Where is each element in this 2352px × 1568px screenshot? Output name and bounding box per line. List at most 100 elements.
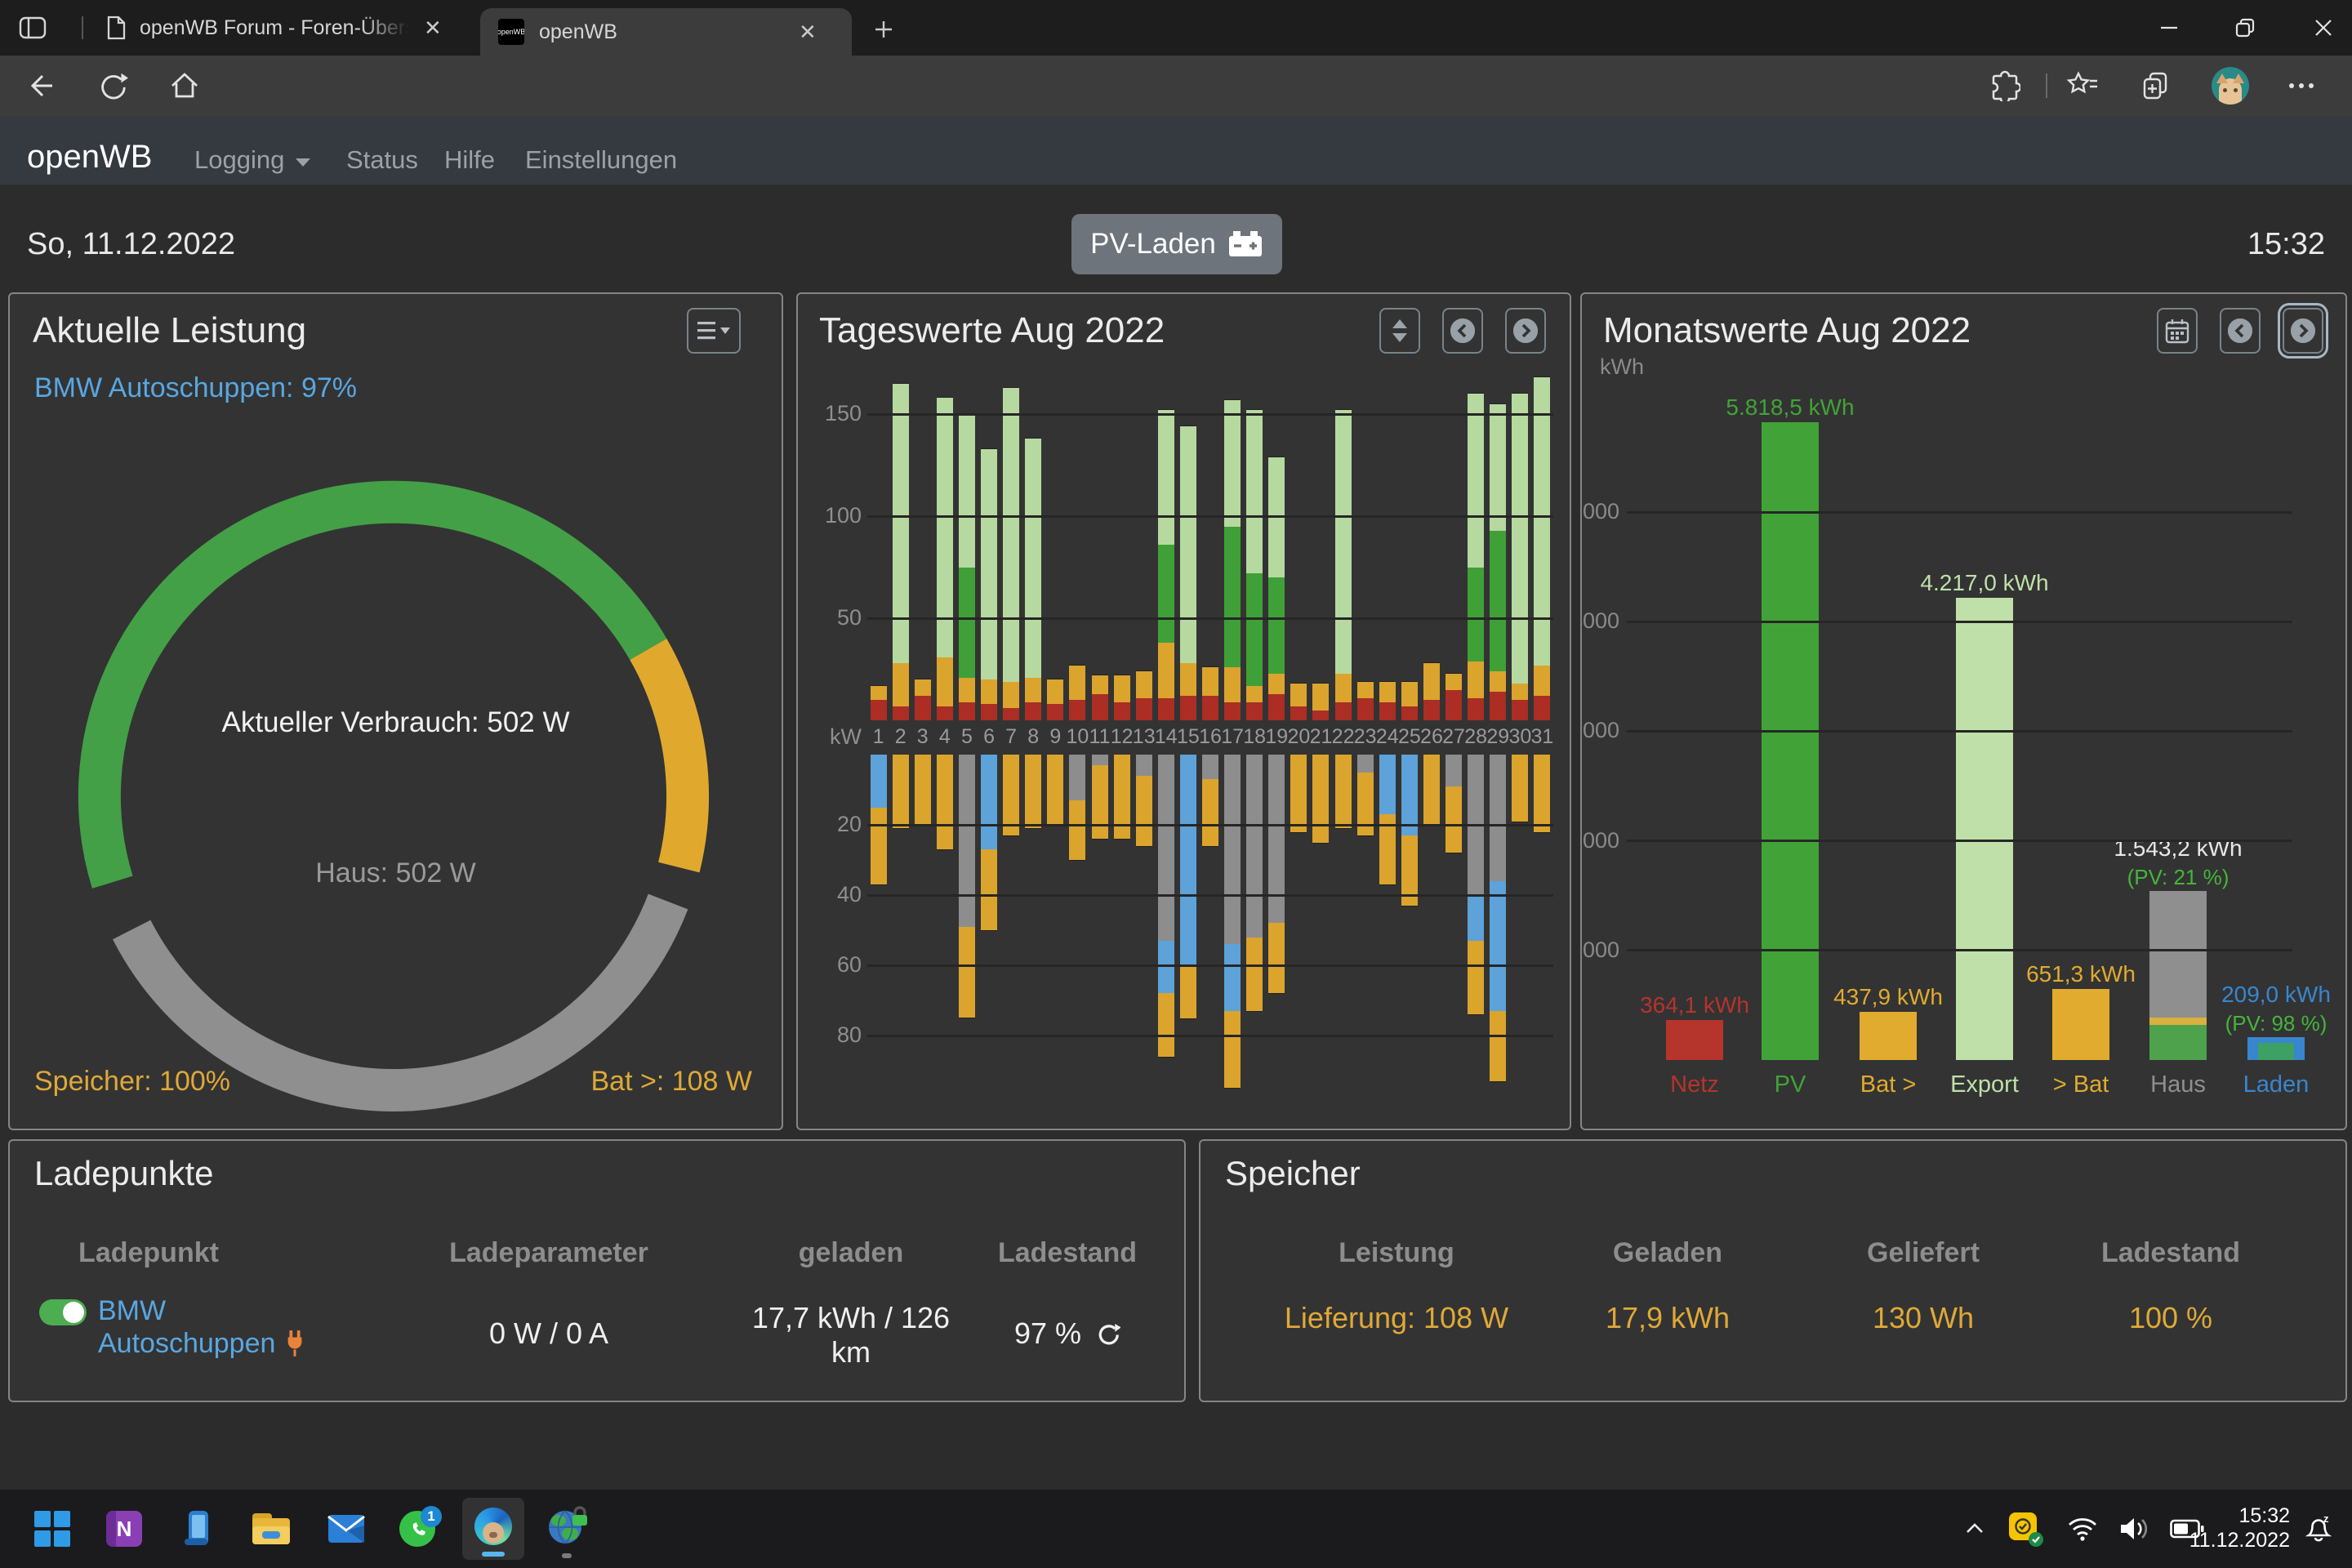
gridline — [867, 824, 1553, 826]
file-explorer-icon[interactable] — [252, 1509, 291, 1548]
new-tab-icon[interactable] — [867, 15, 900, 44]
daily-bar-segment — [1092, 675, 1108, 694]
wifi-icon[interactable] — [2065, 1509, 2100, 1548]
daily-bar-segment — [1468, 941, 1484, 1014]
gridline — [867, 413, 1553, 416]
chargepoint-toggle[interactable] — [39, 1299, 87, 1325]
close-tab-icon[interactable]: ✕ — [799, 20, 817, 45]
daily-bar-segment — [1114, 702, 1130, 721]
mail-icon[interactable] — [327, 1509, 366, 1548]
y-tick-label: 1000 — [1580, 938, 1644, 963]
panel-tageswerte: Tageswerte Aug 2022 12345678910111213141… — [796, 292, 1571, 1130]
monthly-bar — [1956, 598, 2013, 1060]
back-icon[interactable] — [23, 69, 59, 102]
active-indicator — [482, 1552, 505, 1557]
gridline — [1627, 511, 2292, 514]
daily-bar-segment — [1446, 690, 1462, 721]
restore-button[interactable] — [2219, 0, 2271, 56]
daily-bar-segment — [1423, 755, 1440, 825]
tab-openwb-active[interactable]: openWB openWB ✕ — [480, 8, 852, 56]
daily-bar-segment — [981, 704, 997, 720]
daily-bar-segment — [981, 849, 997, 930]
monthly-bar — [2052, 989, 2109, 1060]
nav-logging[interactable]: Logging — [194, 145, 284, 175]
daily-bar-segment — [1490, 1011, 1506, 1081]
tab-actions-icon[interactable] — [15, 13, 51, 42]
daily-chart: 1234567891011121314151617181920212223242… — [798, 294, 1570, 1129]
reload-icon[interactable] — [95, 69, 131, 102]
daily-bar-segment — [1490, 755, 1506, 881]
daily-bar-segment — [937, 755, 953, 849]
daily-bar-segment — [1268, 577, 1285, 674]
storage-charged-value: 17,9 kWh — [1521, 1301, 1815, 1335]
collections-icon[interactable] — [2138, 69, 2174, 102]
tray-overflow-chevron[interactable] — [1958, 1509, 1991, 1548]
date-label: So, 11.12.2022 — [27, 227, 235, 262]
security-tray-icon[interactable] — [2006, 1509, 2045, 1548]
divider — [2046, 74, 2047, 98]
extensions-icon[interactable] — [1987, 69, 2023, 102]
daily-bar-segment — [1335, 702, 1352, 721]
soc-value: 97 % — [945, 1316, 1186, 1351]
daily-bar-segment — [893, 663, 909, 706]
x-tick-label: 31 — [1530, 725, 1555, 749]
bar-pv-share-label: (PV: 21 %) — [2072, 865, 2284, 890]
daily-bar-segment — [1136, 755, 1152, 776]
gridline — [867, 617, 1553, 620]
close-tab-icon[interactable]: ✕ — [424, 16, 442, 41]
refresh-soc-icon[interactable] — [1096, 1321, 1120, 1346]
tray-clock[interactable]: 15:32 11.12.2022 — [2189, 1503, 2290, 1552]
volume-icon[interactable] — [2115, 1509, 2154, 1548]
notification-bell-icon[interactable]: z — [2300, 1509, 2337, 1548]
daily-bar-segment — [1069, 666, 1085, 701]
gridline — [867, 1035, 1553, 1037]
pv-share-overlay — [2258, 1043, 2294, 1060]
daily-bar-segment — [1224, 527, 1241, 668]
tab-openwb-forum[interactable]: openWB Forum - Foren-Übersich ✕ — [94, 0, 470, 56]
bar-pv-share-label: (PV: 98 %) — [2170, 1011, 2347, 1036]
charge-mode-button[interactable]: PV-Laden — [1071, 214, 1282, 274]
y-tick-label: 80 — [804, 1022, 862, 1048]
close-window-button[interactable] — [2295, 0, 2352, 56]
charge-parameters-value: 0 W / 0 A — [426, 1316, 671, 1351]
gridline — [1627, 840, 2292, 842]
nav-status[interactable]: Status — [346, 145, 418, 175]
chevron-down-icon[interactable] — [296, 158, 310, 167]
home-icon[interactable] — [167, 69, 203, 102]
whatsapp-icon[interactable]: 1 — [399, 1509, 439, 1548]
daily-bar-segment — [1490, 881, 1506, 1011]
nav-einstellungen[interactable]: Einstellungen — [525, 145, 677, 175]
minimize-button[interactable] — [2143, 0, 2195, 56]
edge-active-slot[interactable] — [462, 1498, 524, 1560]
col-header-geladen: geladen — [728, 1237, 973, 1269]
daily-bar-segment — [1069, 755, 1085, 800]
daily-bar-segment — [959, 678, 975, 702]
openwb-page: openWB Logging Status Hilfe Einstellunge… — [0, 116, 2352, 1490]
daily-bar-segment — [1246, 410, 1263, 573]
daily-bar-segment — [1025, 439, 1041, 678]
car-battery-icon — [1227, 230, 1263, 258]
daily-bar-segment — [1246, 702, 1263, 721]
daily-bar-segment — [1534, 666, 1550, 697]
chargepoint-name-link[interactable]: BMW Autoschuppen — [98, 1294, 310, 1360]
favorites-icon[interactable] — [2065, 69, 2100, 102]
y-tick-label: 3000 — [1580, 718, 1644, 743]
y-tick-label: 2000 — [1580, 828, 1644, 853]
web-shortcut-icon[interactable] — [547, 1509, 586, 1548]
gridline — [1627, 730, 2292, 733]
brand: openWB — [27, 139, 152, 176]
onenote-icon[interactable]: N — [105, 1509, 144, 1548]
profile-avatar[interactable] — [2212, 67, 2249, 105]
daily-bar-segment — [1047, 704, 1063, 720]
daily-bar-segment — [1202, 696, 1218, 720]
settings-menu-icon[interactable] — [2283, 69, 2319, 102]
browser-toolbar: Nicht sicher 192.168.178.79/openWB/web/i… — [0, 56, 2352, 116]
daily-bar-segment — [1468, 698, 1484, 721]
daily-bar-segment — [1468, 568, 1484, 662]
phone-link-icon[interactable] — [178, 1509, 217, 1548]
daily-bar-segment — [1224, 667, 1241, 702]
daily-bar-segment — [959, 755, 975, 927]
daily-bar-segment — [1158, 545, 1174, 643]
start-button[interactable] — [33, 1509, 72, 1548]
nav-hilfe[interactable]: Hilfe — [444, 145, 495, 175]
